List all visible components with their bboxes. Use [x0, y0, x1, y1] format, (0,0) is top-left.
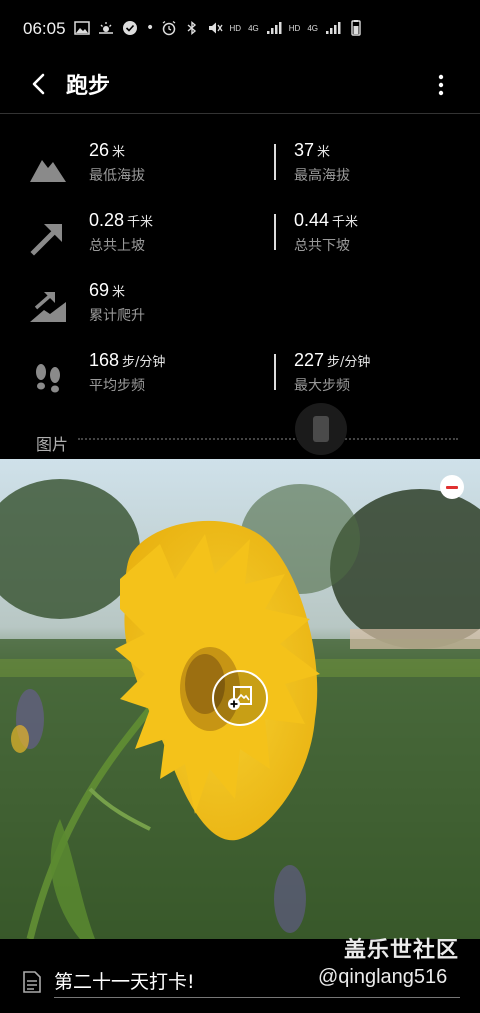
stat-label: 最低海拔 [89, 168, 145, 184]
add-photo-button[interactable] [212, 670, 268, 726]
status-notification-icons: • [74, 20, 154, 36]
stat-value: 0.28 [89, 210, 125, 230]
remove-photo-button[interactable] [440, 475, 464, 499]
status-system-icons: HD 4G HD 4G [161, 20, 364, 36]
uphill-arrow-icon [30, 224, 62, 256]
weather-icon [99, 22, 113, 34]
min-altitude-stat: 26 米 最低海拔 [89, 140, 145, 185]
stat-value: 37 [294, 140, 315, 160]
lte-indicator-2: 4G [307, 23, 318, 33]
add-image-icon [228, 686, 252, 710]
signal-icon-2 [326, 22, 341, 34]
stat-value: 0.44 [294, 210, 330, 230]
stat-unit: 步/分钟 [327, 355, 371, 370]
note-input[interactable]: 第二十一天打卡! [54, 967, 195, 994]
cumulative-climb-stat: 69 米 累计爬升 [89, 280, 145, 325]
stat-row-climb: 69 米 累计爬升 [0, 280, 480, 340]
stat-label: 最大步频 [294, 378, 350, 394]
section-divider [78, 438, 458, 440]
avg-cadence-stat: 168 步/分钟 平均步频 [89, 350, 165, 395]
alarm-icon [162, 20, 175, 36]
total-downhill-stat: 0.44 千米 总共下坡 [294, 210, 358, 255]
max-cadence-stat: 227 步/分钟 最大步频 [294, 350, 370, 395]
note-icon [23, 971, 41, 993]
stat-row-altitude: 26 米 最低海拔 37 米 最高海拔 [0, 140, 480, 200]
stat-divider [274, 214, 276, 250]
minus-icon [446, 485, 458, 489]
stat-value: 26 [89, 140, 110, 160]
stat-unit: 千米 [127, 215, 154, 230]
status-bar: 06:05 • HD 4G HD 4G [0, 0, 480, 58]
app-bar: 跑步 [0, 58, 480, 114]
hd-indicator-2: HD [288, 23, 301, 33]
footprints-icon [36, 364, 60, 393]
more-vert-icon [438, 74, 444, 96]
max-altitude-stat: 37 米 最高海拔 [294, 140, 350, 185]
stat-unit: 千米 [332, 215, 359, 230]
signal-icon-1 [266, 22, 282, 34]
stat-unit: 米 [317, 145, 331, 160]
climb-icon [30, 292, 66, 322]
status-dot: • [146, 20, 155, 36]
phone-icon [313, 416, 329, 442]
watermark-title: 盖乐世社区 [344, 938, 460, 963]
stat-divider [274, 354, 276, 390]
total-uphill-stat: 0.28 千米 总共上坡 [89, 210, 153, 255]
watermark-user: @qinglang516 [318, 966, 448, 988]
page-title: 跑步 [66, 74, 111, 99]
back-button[interactable] [22, 67, 56, 101]
check-badge-icon [123, 21, 137, 35]
stat-value: 227 [294, 350, 325, 370]
stat-row-slope: 0.28 千米 总共上坡 0.44 千米 总共下坡 [0, 210, 480, 270]
note-underline [54, 997, 460, 998]
mountain-icon [30, 160, 66, 182]
stat-row-cadence: 168 步/分钟 平均步频 227 步/分钟 最大步频 [0, 350, 480, 410]
stat-label: 最高海拔 [294, 168, 350, 184]
more-options-button[interactable] [424, 68, 458, 102]
stat-label: 总共上坡 [89, 238, 145, 254]
stat-divider [274, 144, 276, 180]
gallery-icon [74, 21, 90, 35]
back-arrow-icon [32, 73, 45, 95]
stat-unit: 米 [112, 285, 126, 300]
mute-icon [208, 22, 223, 34]
stat-label: 平均步频 [89, 378, 145, 394]
status-time: 06:05 [23, 19, 66, 38]
bluetooth-icon [187, 21, 196, 35]
stat-label: 总共下坡 [294, 238, 350, 254]
lte-indicator-1: 4G [248, 23, 259, 33]
stat-value: 168 [89, 350, 120, 370]
hd-indicator-1: HD [229, 23, 242, 33]
stat-unit: 米 [112, 145, 126, 160]
battery-icon [351, 20, 361, 36]
stat-value: 69 [89, 280, 110, 300]
phone-handle-button[interactable] [295, 403, 347, 455]
stat-label: 累计爬升 [89, 308, 145, 324]
photos-section-label: 图片 [36, 435, 69, 454]
stat-unit: 步/分钟 [122, 355, 166, 370]
